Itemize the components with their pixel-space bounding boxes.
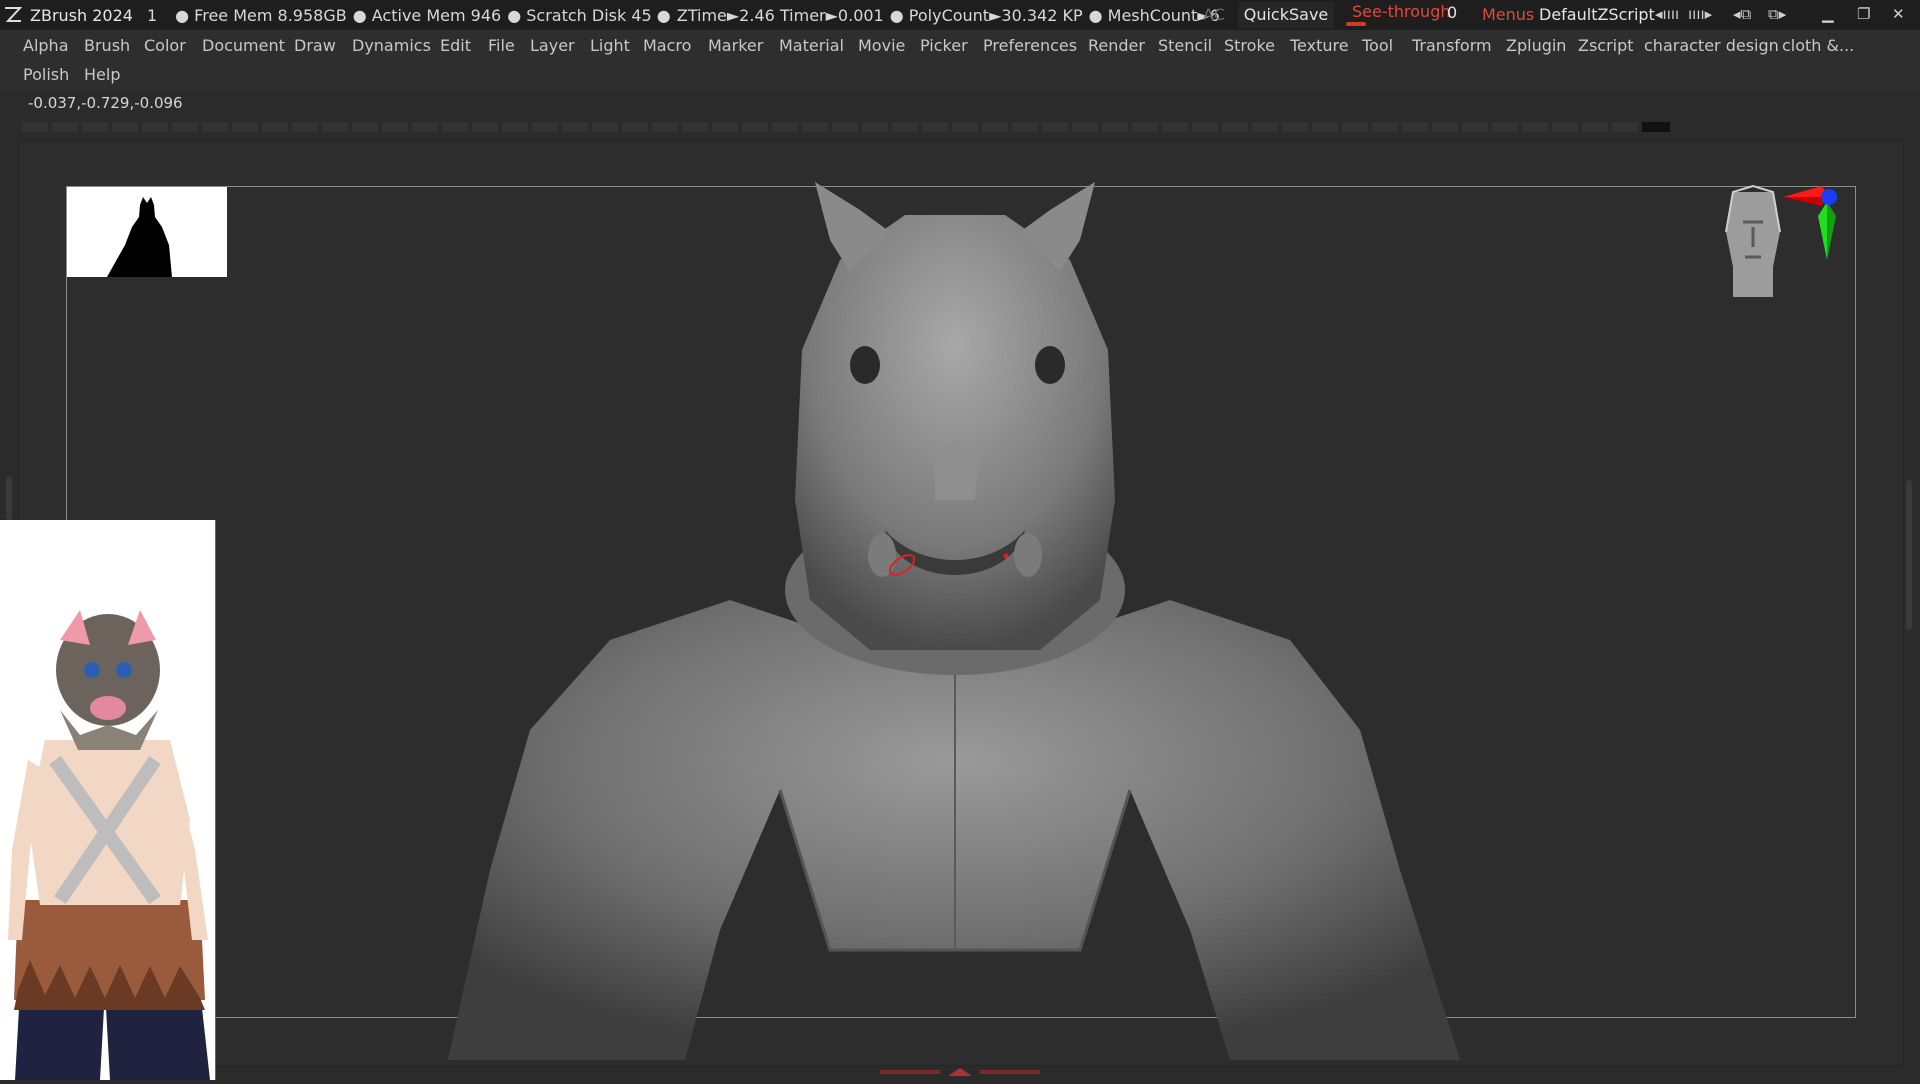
menu-layer[interactable]: Layer: [524, 32, 581, 60]
menu-document[interactable]: Document: [196, 32, 291, 60]
app-title: ZBrush 2024: [30, 5, 133, 25]
menu-tool[interactable]: Tool: [1356, 32, 1399, 60]
ui-layout-prev-icon[interactable]: ◂ıııı: [1655, 5, 1679, 23]
quicksave-button[interactable]: QuickSave: [1238, 2, 1334, 28]
menu-dynamics[interactable]: Dynamics: [346, 32, 437, 60]
menu-alpha[interactable]: Alpha: [17, 32, 75, 60]
menu-color[interactable]: Color: [138, 32, 192, 60]
menu-polish[interactable]: Polish: [17, 61, 75, 89]
model-head: [795, 215, 1115, 650]
bottom-tray-handle[interactable]: [880, 1068, 1040, 1076]
sculpt-model[interactable]: [430, 170, 1480, 1065]
axis-gizmo-icon[interactable]: [1780, 180, 1860, 270]
right-tray-handle[interactable]: [1906, 480, 1912, 630]
silhouette-icon: [107, 197, 172, 277]
shelf-strip-thumb[interactable]: [1642, 122, 1670, 132]
menu-texture[interactable]: Texture: [1284, 32, 1355, 60]
swap-layout-icon[interactable]: ◂⧉: [1733, 5, 1751, 23]
meshcount: ● MeshCount►6: [1088, 5, 1220, 25]
menu-marker[interactable]: Marker: [702, 32, 769, 60]
ztime: ZTime►2.46 Timer►0.001: [676, 5, 884, 25]
menu-movie[interactable]: Movie: [852, 32, 911, 60]
reference-character-illustration: [0, 520, 215, 1080]
menu-picker[interactable]: Picker: [914, 32, 974, 60]
menu-character-design[interactable]: character design: [1638, 32, 1785, 60]
menu-cloth[interactable]: cloth &...: [1776, 32, 1860, 60]
restore-icon[interactable]: ❐: [1857, 5, 1870, 23]
minimize-icon[interactable]: ▁: [1822, 5, 1834, 23]
layout-switch-icon[interactable]: ⧉▸: [1768, 5, 1786, 23]
menu-zplugin[interactable]: Zplugin: [1500, 32, 1572, 60]
see-through-slider[interactable]: [1346, 22, 1366, 26]
menu-macro[interactable]: Macro: [637, 32, 697, 60]
menu-brush[interactable]: Brush: [78, 32, 136, 60]
close-icon[interactable]: ✕: [1892, 5, 1905, 23]
menu-file[interactable]: File: [482, 32, 521, 60]
menu-draw[interactable]: Draw: [288, 32, 342, 60]
see-through-value: 0: [1447, 3, 1458, 22]
menu-help[interactable]: Help: [78, 61, 126, 89]
menu-zscript[interactable]: Zscript: [1572, 32, 1640, 60]
menu-edit[interactable]: Edit: [434, 32, 477, 60]
cursor-coordinates: -0.037,-0.729,-0.096: [28, 94, 183, 112]
shelf-strip[interactable]: [22, 122, 1672, 132]
menu-stroke[interactable]: Stroke: [1218, 32, 1281, 60]
menu-bar: Alpha Brush Color Document Draw Dynamics…: [0, 30, 1920, 90]
menu-render[interactable]: Render: [1082, 32, 1151, 60]
menus-toggle[interactable]: Menus: [1482, 5, 1534, 24]
zbrush-logo-icon: [5, 7, 23, 22]
reference-image: [0, 520, 216, 1080]
model-left-eye: [850, 346, 880, 384]
menu-stencil[interactable]: Stencil: [1152, 32, 1218, 60]
menu-preferences[interactable]: Preferences: [977, 32, 1083, 60]
menu-material[interactable]: Material: [773, 32, 850, 60]
title-bar: ZBrush 2024 1 ● Free Mem 8.958GB ● Activ…: [0, 0, 1920, 30]
menu-transform[interactable]: Transform: [1406, 32, 1498, 60]
ui-layout-next-icon[interactable]: ıııı▸: [1688, 5, 1712, 23]
navigation-head-icon[interactable]: [1718, 182, 1788, 302]
active-mem: ● Active Mem 946: [352, 5, 502, 25]
ac-label[interactable]: AC: [1203, 5, 1225, 24]
polycount: ● PolyCount►30.342 KP: [889, 5, 1083, 25]
menu-light[interactable]: Light: [584, 32, 636, 60]
scratch-disk: ● Scratch Disk 45 ●: [507, 5, 671, 25]
free-mem: ● Free Mem 8.958GB: [175, 5, 347, 25]
model-right-eye: [1035, 346, 1065, 384]
see-through-label: See-through: [1352, 2, 1451, 21]
silhouette-thumbnail: [67, 187, 227, 277]
document-number: 1: [146, 5, 158, 25]
default-zscript[interactable]: DefaultZScript: [1539, 5, 1655, 24]
left-tray-handle[interactable]: [6, 476, 12, 520]
